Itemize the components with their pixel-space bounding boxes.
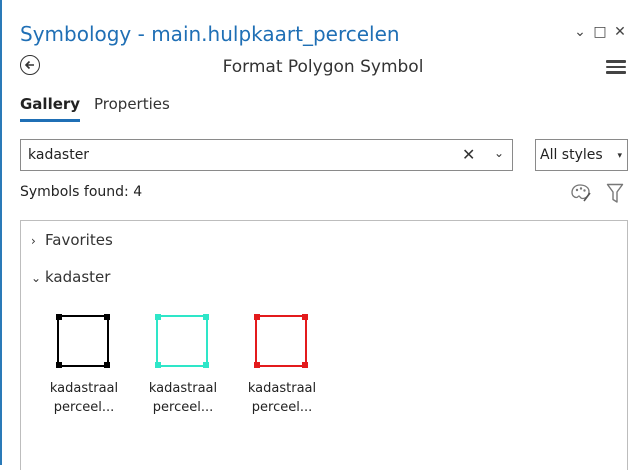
symbol-label-line2: perceel... xyxy=(152,400,214,415)
pane-left-edge xyxy=(0,0,2,465)
group-kadaster[interactable]: ⌄ kadaster xyxy=(31,268,110,286)
chevron-down-icon: ⌄ xyxy=(31,271,42,285)
symbol-label-line1: kadastraal xyxy=(247,381,317,396)
search-input[interactable] xyxy=(28,147,448,163)
search-box: ✕ ⌄ xyxy=(20,139,513,171)
search-history-dropdown-icon[interactable]: ⌄ xyxy=(494,146,504,160)
results-row: Symbols found: 4 xyxy=(20,183,626,208)
active-tab-indicator xyxy=(20,119,80,122)
symbol-label: kadastraal perceel... xyxy=(41,379,127,417)
tab-properties[interactable]: Properties xyxy=(94,95,170,113)
symbol-item[interactable]: kadastraal perceel... xyxy=(140,313,220,433)
group-label: kadaster xyxy=(45,268,111,286)
symbol-gallery: › Favorites ⌄ kadaster kadastraal perceel.… xyxy=(20,220,628,470)
close-icon[interactable]: ✕ xyxy=(610,24,630,40)
symbol-label: kadastraal perceel... xyxy=(140,379,226,417)
styles-dropdown[interactable]: All styles ▾ xyxy=(535,139,628,171)
symbol-item[interactable]: kadastraal perceel... xyxy=(41,313,121,433)
tab-gallery[interactable]: Gallery xyxy=(20,95,80,113)
maximize-icon[interactable]: □ xyxy=(590,24,610,40)
format-symbol-title: Format Polygon Symbol xyxy=(222,57,424,77)
symbol-label-line2: perceel... xyxy=(53,400,115,415)
styles-dropdown-value: All styles xyxy=(540,147,603,163)
polygon-swatch xyxy=(155,314,209,368)
hamburger-menu-icon[interactable] xyxy=(606,57,626,75)
symbol-label-line1: kadastraal xyxy=(148,381,218,396)
options-chevron-icon[interactable]: ⌄ xyxy=(570,24,590,40)
title-bar: Symbology - main.hulpkaart_percelen ⌄ □ … xyxy=(20,20,628,52)
group-label: Favorites xyxy=(45,231,113,249)
filter-icon[interactable] xyxy=(606,183,624,205)
clear-search-icon[interactable]: ✕ xyxy=(462,145,475,164)
chevron-right-icon: › xyxy=(31,234,36,248)
polygon-swatch xyxy=(254,314,308,368)
group-favorites[interactable]: › Favorites xyxy=(31,231,113,249)
symbol-header: Format Polygon Symbol xyxy=(20,55,626,85)
symbol-label-line1: kadastraal xyxy=(49,381,119,396)
symbol-label: kadastraal perceel... xyxy=(239,379,325,417)
symbol-item[interactable]: kadastraal perceel... xyxy=(239,313,319,433)
polygon-swatch xyxy=(56,314,110,368)
caret-down-icon: ▾ xyxy=(617,151,622,161)
symbols-found-label: Symbols found: 4 xyxy=(20,184,143,200)
symbol-label-line2: perceel... xyxy=(251,400,313,415)
pane-title: Symbology - main.hulpkaart_percelen xyxy=(20,22,400,46)
color-palette-icon[interactable] xyxy=(570,183,592,203)
